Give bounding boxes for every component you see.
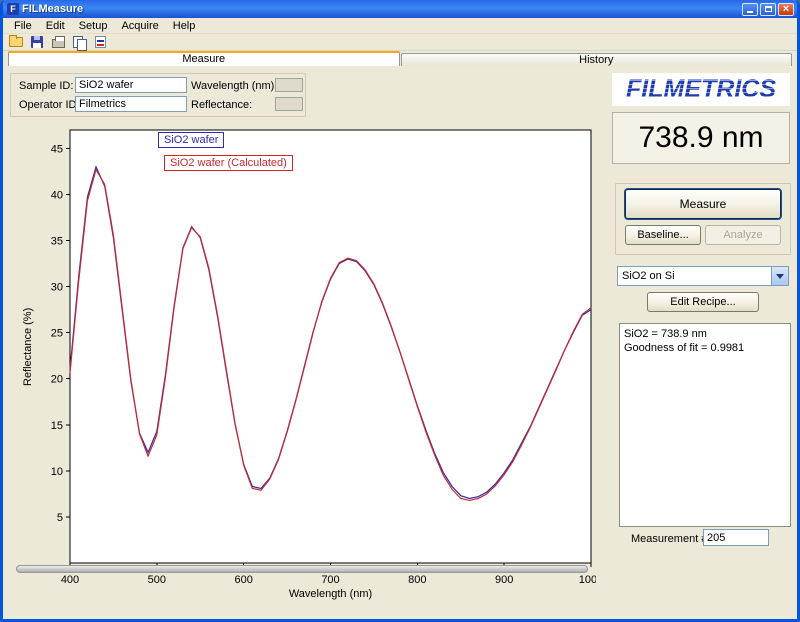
chart-panel: 400500600700800900100051015202530354045 … <box>8 118 596 610</box>
measure-page: Sample ID: Operator ID: Wavelength (nm):… <box>3 66 797 619</box>
svg-text:700: 700 <box>321 574 339 586</box>
svg-text:10: 10 <box>51 466 63 478</box>
chevron-down-icon[interactable] <box>771 267 788 285</box>
print-button[interactable] <box>49 35 67 50</box>
tab-strip: Measure History <box>3 51 797 66</box>
menu-item-help[interactable]: Help <box>166 19 203 33</box>
minimize-icon <box>747 11 753 13</box>
result-line-gof: Goodness of fit = 0.9981 <box>624 341 786 355</box>
thickness-readout: 738.9 nm <box>612 112 790 164</box>
operator-id-input[interactable] <box>75 96 187 112</box>
measure-button[interactable]: Measure <box>625 189 781 219</box>
maximize-icon <box>765 6 772 12</box>
chart-scrollbar[interactable] <box>16 565 588 573</box>
copy-button[interactable] <box>70 35 88 50</box>
sample-id-label: Sample ID: <box>19 80 73 92</box>
menu-bar: File Edit Setup Acquire Help <box>3 18 797 34</box>
recipe-select[interactable]: SiO2 on Si <box>617 266 789 286</box>
app-window: F FILMeasure × File Edit Setup Acquire H… <box>0 0 800 622</box>
svg-text:500: 500 <box>148 574 166 586</box>
sample-id-input[interactable] <box>75 77 187 93</box>
svg-text:5: 5 <box>57 512 63 524</box>
x-axis-label: Wavelength (nm) <box>70 588 591 600</box>
export-button[interactable] <box>91 35 109 50</box>
svg-text:400: 400 <box>61 574 79 586</box>
measurement-number-label: Measurement # <box>631 533 707 545</box>
recipe-selected-value: SiO2 on Si <box>618 270 771 282</box>
save-icon <box>31 36 43 48</box>
results-box: SiO2 = 738.9 nm Goodness of fit = 0.9981 <box>619 323 791 527</box>
folder-open-icon <box>9 37 23 47</box>
svg-text:600: 600 <box>234 574 252 586</box>
wavelength-field <box>275 78 303 92</box>
tab-history[interactable]: History <box>401 53 793 66</box>
svg-text:800: 800 <box>408 574 426 586</box>
menu-item-acquire[interactable]: Acquire <box>114 19 165 33</box>
window-controls: × <box>742 3 794 16</box>
svg-text:20: 20 <box>51 374 63 386</box>
legend-calculated: SiO2 wafer (Calculated) <box>164 155 293 171</box>
title-bar[interactable]: F FILMeasure × <box>3 0 797 18</box>
svg-text:15: 15 <box>51 420 63 432</box>
svg-text:1000: 1000 <box>579 574 596 586</box>
svg-text:35: 35 <box>51 236 63 248</box>
reflectance-field <box>275 97 303 111</box>
app-icon: F <box>7 3 19 15</box>
svg-text:40: 40 <box>51 189 63 201</box>
toolbar <box>3 34 797 51</box>
reflectance-label: Reflectance: <box>191 99 252 111</box>
close-icon: × <box>783 4 789 15</box>
analyze-button[interactable]: Analyze <box>705 225 781 245</box>
measurement-number-field[interactable] <box>703 529 769 546</box>
window-title: FILMeasure <box>22 3 742 15</box>
result-line-thickness: SiO2 = 738.9 nm <box>624 327 786 341</box>
svg-text:30: 30 <box>51 282 63 294</box>
sample-info-panel: Sample ID: Operator ID: Wavelength (nm):… <box>10 73 306 117</box>
maximize-button[interactable] <box>760 3 776 16</box>
menu-item-file[interactable]: File <box>7 19 39 33</box>
wavelength-label: Wavelength (nm): <box>191 80 277 92</box>
y-axis-label: Reflectance (%) <box>22 130 34 563</box>
open-button[interactable] <box>7 35 25 50</box>
minimize-button[interactable] <box>742 3 758 16</box>
operator-id-label: Operator ID: <box>19 99 80 111</box>
menu-item-setup[interactable]: Setup <box>72 19 115 33</box>
logo-text: FILMETRICS <box>626 75 776 104</box>
export-icon <box>95 36 106 48</box>
close-button[interactable]: × <box>778 3 794 16</box>
svg-text:45: 45 <box>51 143 63 155</box>
menu-item-edit[interactable]: Edit <box>39 19 72 33</box>
legend-measured: SiO2 wafer <box>158 132 224 148</box>
save-button[interactable] <box>28 35 46 50</box>
baseline-button[interactable]: Baseline... <box>625 225 701 245</box>
svg-text:900: 900 <box>495 574 513 586</box>
print-icon <box>52 39 65 48</box>
edit-recipe-button[interactable]: Edit Recipe... <box>647 292 759 312</box>
tab-measure[interactable]: Measure <box>8 51 400 66</box>
filmetrics-logo: FILMETRICS <box>612 73 790 106</box>
copy-icon <box>73 36 86 49</box>
svg-text:25: 25 <box>51 328 63 340</box>
chart-plot[interactable]: 400 500 600 700 800 900 1000 5 10 15 20 25 30 35 40 45 <box>8 118 596 610</box>
